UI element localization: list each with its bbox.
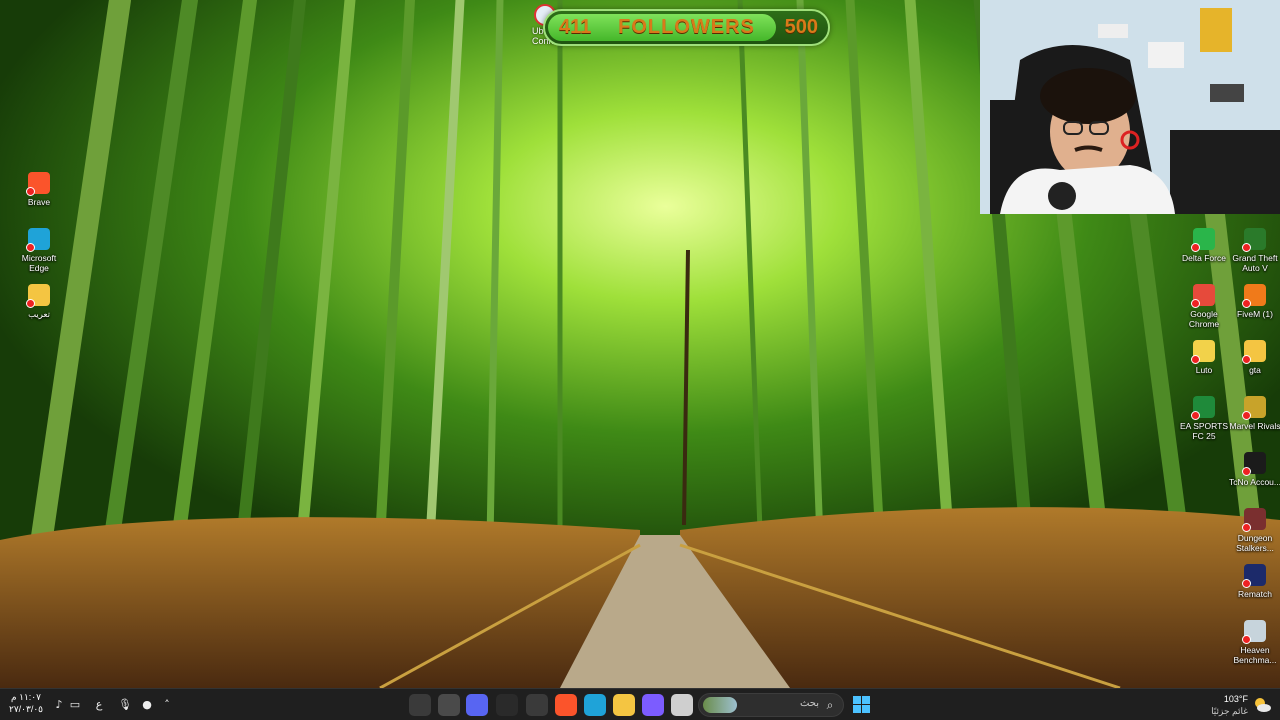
volume-icon[interactable]: ♪ [51, 697, 67, 713]
tray-app-icon[interactable]: ● [139, 697, 155, 713]
marvel-rivals-icon [1242, 396, 1266, 420]
delta-force-icon [1191, 228, 1215, 252]
edge-icon[interactable] [584, 694, 606, 716]
edge-icon [26, 228, 50, 252]
followers-goal: 500 [784, 16, 818, 38]
streamdeck-icon[interactable] [496, 694, 518, 716]
sync-error-badge-icon [1242, 243, 1251, 252]
desktop-icon-label: EA SPORTS FC 25 [1179, 421, 1229, 441]
sync-error-badge-icon [1242, 355, 1251, 364]
ea-fc-icon [1191, 396, 1215, 420]
desktop-icon-label: Grand Theft Auto V [1232, 253, 1278, 273]
task-view-icon[interactable] [671, 694, 693, 716]
desktop-icon[interactable]: TcNo Accou... [1227, 452, 1280, 487]
file-explorer-icon[interactable] [613, 694, 635, 716]
desktop-icon-label: Google Chrome [1188, 309, 1220, 329]
desktop-icon[interactable]: gta [1227, 340, 1280, 375]
gta-v-icon [1242, 228, 1266, 252]
desktop-icon[interactable]: Luto [1176, 340, 1232, 375]
desktop-icon[interactable]: Microsoft Edge [11, 228, 67, 273]
desktop-icon[interactable]: Google Chrome [1176, 284, 1232, 329]
desktop-icon[interactable]: Brave [11, 172, 67, 207]
weather-temp: 103°F [1223, 694, 1248, 704]
desktop-icon[interactable]: تعريب [11, 284, 67, 319]
copilot-icon[interactable] [642, 694, 664, 716]
desktop-icon[interactable]: Heaven Benchma... [1227, 620, 1280, 665]
taskbar: ١١:٠٧ م ٢٧/٠٣/٠٥ ♪ ▭ ع 🎙 ● ˄ بحث ⌕ 103°F… [0, 688, 1280, 720]
luto-icon [1191, 340, 1215, 364]
sync-error-badge-icon [1242, 523, 1251, 532]
sync-error-badge-icon [1242, 467, 1251, 476]
desktop-icon-label: Microsoft Edge [21, 253, 57, 273]
sync-error-badge-icon [1191, 355, 1200, 364]
sync-error-badge-icon [1242, 635, 1251, 644]
desktop-icon[interactable]: FiveM (1) [1227, 284, 1280, 319]
desktop-icon[interactable]: Delta Force [1176, 228, 1232, 263]
desktop-icon-label: Heaven Benchma... [1233, 645, 1277, 665]
desktop-icon-label: Brave [27, 197, 51, 207]
start-button[interactable] [853, 696, 870, 713]
search-icon: ⌕ [826, 698, 834, 712]
sync-error-badge-icon [1242, 411, 1251, 420]
desktop-icon-label: Rematch [1237, 589, 1272, 599]
fivem-icon [1242, 284, 1266, 308]
desktop-icon-label: Dungeon Stalkers... [1236, 533, 1274, 553]
weather-widget[interactable]: 103°F غائم جزئيًا [1211, 692, 1274, 718]
dungeon-stalkers-icon [1242, 508, 1266, 532]
chrome-icon [1191, 284, 1215, 308]
desktop-icon-label: gta [1249, 365, 1261, 375]
weather-desc: غائم جزئيًا [1211, 706, 1248, 716]
desktop-icon-label: TcNo Accou... [1229, 477, 1280, 487]
tcno-icon [1242, 452, 1266, 476]
discord-icon[interactable] [466, 694, 488, 716]
desktop-icon-label: Delta Force [1182, 253, 1226, 263]
language-indicator[interactable]: ع [91, 697, 107, 713]
sync-error-badge-icon [1191, 411, 1200, 420]
sync-error-badge-icon [1242, 579, 1251, 588]
taskbar-search[interactable]: بحث ⌕ [698, 693, 844, 717]
desktop-icon[interactable]: Dungeon Stalkers... [1227, 508, 1280, 553]
search-placeholder: بحث [799, 698, 819, 709]
desktop-icon[interactable]: Grand Theft Auto V [1227, 228, 1280, 273]
sync-error-badge-icon [26, 243, 35, 252]
desktop-icon-label: FiveM (1) [1237, 309, 1273, 319]
network-icon[interactable]: ▭ [67, 697, 83, 713]
sync-error-badge-icon [26, 187, 35, 196]
heaven-benchmark-icon [1242, 620, 1266, 644]
desktop-icon[interactable]: EA SPORTS FC 25 [1176, 396, 1232, 441]
obs-icon[interactable] [409, 694, 431, 716]
sync-error-badge-icon [1242, 299, 1251, 308]
folder-icon [26, 284, 50, 308]
desktop-icon[interactable]: Marvel Rivals [1227, 396, 1280, 431]
store-icon[interactable] [526, 694, 548, 716]
followers-goal-bar: 411 FOLLOWERS 500 [543, 9, 830, 46]
desktop-icon[interactable]: Rematch [1227, 564, 1280, 599]
sync-error-badge-icon [1191, 299, 1200, 308]
desktop-icon-label: Luto [1195, 365, 1213, 375]
brave-icon[interactable] [555, 694, 577, 716]
clock-time: ١١:٠٧ م [11, 692, 41, 702]
folder-icon [1242, 340, 1266, 364]
system-clock[interactable]: ١١:٠٧ م ٢٧/٠٣/٠٥ [6, 691, 46, 715]
search-highlight-image [703, 697, 737, 713]
settings-icon[interactable] [438, 694, 460, 716]
desktop-icon-label: Marvel Rivals [1229, 421, 1280, 431]
webcam-overlay [980, 0, 1280, 214]
desktop-icon-label: تعريب [28, 309, 50, 319]
microphone-icon[interactable]: 🎙 [117, 697, 133, 713]
sync-error-badge-icon [26, 299, 35, 308]
partly-cloudy-icon [1255, 698, 1271, 712]
chevron-up-icon[interactable]: ˄ [159, 697, 175, 713]
clock-date: ٢٧/٠٣/٠٥ [8, 704, 43, 714]
rematch-icon [1242, 564, 1266, 588]
sync-error-badge-icon [1191, 243, 1200, 252]
brave-icon [26, 172, 50, 196]
